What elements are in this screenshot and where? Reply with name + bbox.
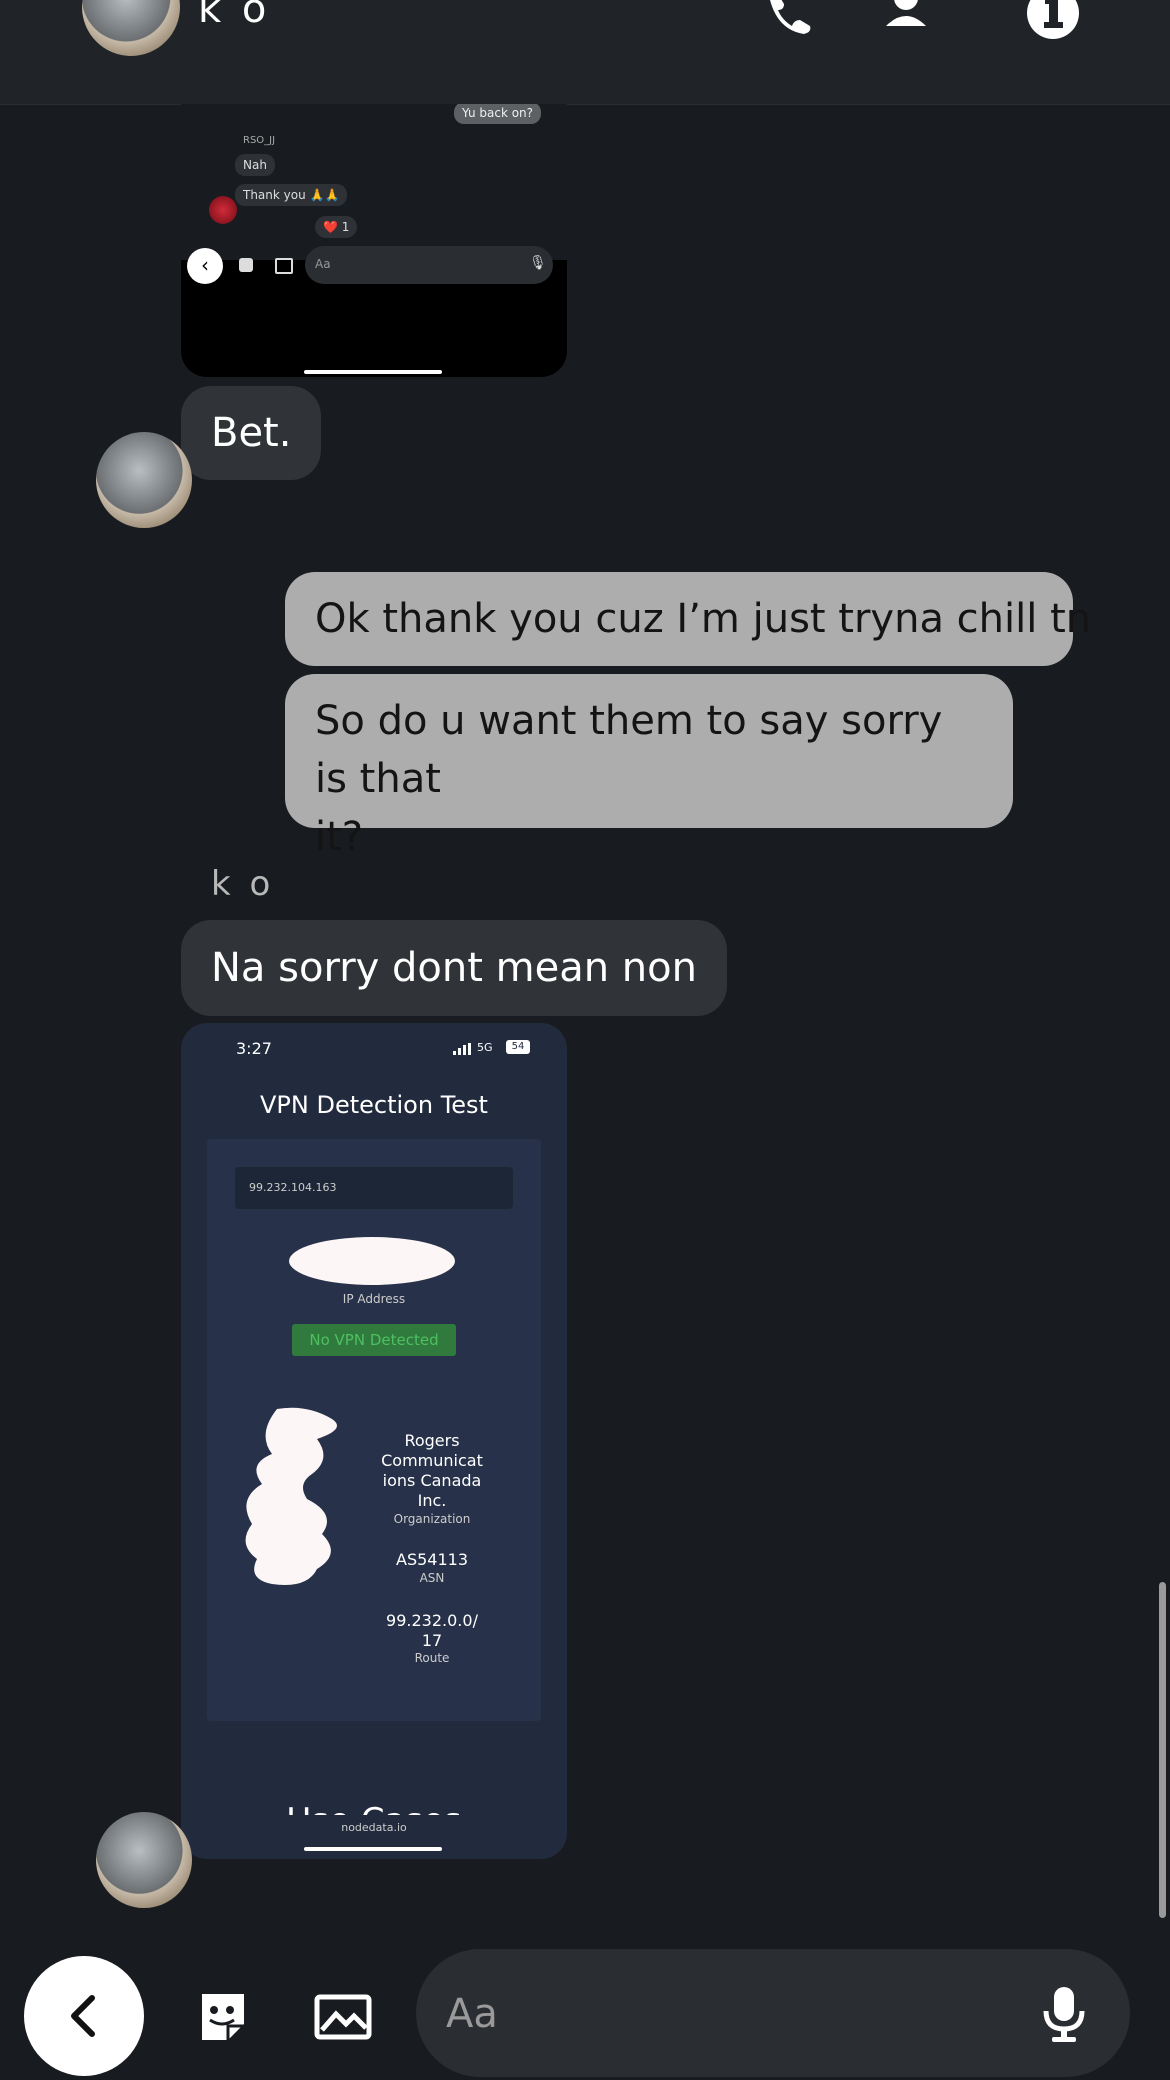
message-line: So do u want them to say sorry is that bbox=[315, 698, 943, 802]
mini-composer-area: ‹ Aa 🎙 bbox=[181, 246, 567, 377]
phone-call-icon[interactable] bbox=[762, 0, 816, 40]
asn-value: AS54113 bbox=[396, 1550, 468, 1569]
mini-message: Nah bbox=[235, 154, 275, 176]
message-line: it? bbox=[315, 814, 364, 860]
chat-header: k o bbox=[0, 0, 1170, 105]
ip-address-label: IP Address bbox=[342, 1292, 406, 1306]
sender-avatar[interactable] bbox=[96, 1812, 192, 1908]
shared-screenshot-2[interactable]: 3:27 5G 54 VPN Detection Test 99.232.104… bbox=[181, 1023, 567, 1859]
mini-network-label: 5G bbox=[477, 1041, 493, 1054]
sender-name-label: k o bbox=[211, 864, 275, 904]
redaction-scribble-map bbox=[245, 1407, 337, 1585]
message-outgoing[interactable]: Ok thank you cuz I’m just tryna chill tn bbox=[285, 572, 1091, 666]
mini-sender-name: RSO_JJ bbox=[243, 135, 276, 146]
footer-heading-partial: Use Cases bbox=[181, 1801, 567, 1815]
site-domain-label: nodedata.io bbox=[341, 1821, 407, 1834]
vpn-status-badge: No VPN Detected bbox=[292, 1324, 456, 1356]
message-outgoing[interactable]: So do u want them to say sorry is that i… bbox=[285, 674, 1013, 860]
info-icon[interactable] bbox=[1026, 0, 1080, 40]
vpn-page-title: VPN Detection Test bbox=[260, 1091, 488, 1119]
mini-status-time: 3:27 bbox=[236, 1039, 272, 1058]
route-value: 99.232.0.0/ 17 bbox=[386, 1611, 478, 1650]
asn-label: ASN bbox=[419, 1571, 445, 1585]
mini-back-icon: ‹ bbox=[187, 248, 223, 284]
mini-home-indicator bbox=[304, 1847, 442, 1851]
chat-title[interactable]: k o bbox=[198, 0, 270, 32]
mini-message: Thank you 🙏🙏 bbox=[235, 184, 348, 206]
mini-mic-icon: 🎙 bbox=[529, 255, 547, 271]
mini-sent-message: Yu back on? bbox=[454, 104, 542, 124]
mini-gallery-icon bbox=[275, 258, 293, 274]
sender-avatar[interactable] bbox=[96, 432, 192, 528]
mini-home-indicator bbox=[304, 370, 442, 374]
composer-input[interactable]: Aa bbox=[446, 1991, 498, 2037]
contact-avatar[interactable] bbox=[82, 0, 180, 56]
mini-composer-input: Aa 🎙 bbox=[305, 246, 553, 284]
scrollbar-thumb[interactable] bbox=[1159, 1582, 1166, 1918]
message-incoming[interactable]: Bet. bbox=[181, 386, 322, 480]
mini-battery-icon: 54 bbox=[506, 1040, 530, 1054]
shared-screenshot-1[interactable]: Yu back on? RSO_JJ Nah Thank you 🙏🙏 ❤️ 1… bbox=[181, 104, 567, 377]
mini-signal-icon bbox=[453, 1043, 471, 1055]
microphone-icon[interactable] bbox=[1042, 1985, 1086, 2043]
message-composer[interactable]: Aa bbox=[416, 1949, 1130, 2077]
sticker-icon[interactable] bbox=[196, 1990, 250, 2044]
chevron-left-icon bbox=[71, 1995, 95, 2037]
mini-sticker-icon bbox=[239, 258, 253, 272]
redaction-scribble bbox=[289, 1237, 455, 1285]
gallery-icon[interactable] bbox=[314, 1992, 372, 2042]
organization-value: Rogers Communicat ions Canada Inc. bbox=[381, 1431, 483, 1510]
route-label: Route bbox=[414, 1651, 450, 1665]
video-call-icon[interactable] bbox=[884, 0, 938, 40]
message-incoming[interactable]: Na sorry dont mean non bbox=[181, 920, 727, 1016]
mini-avatar bbox=[209, 196, 237, 224]
mini-reaction: ❤️ 1 bbox=[315, 216, 358, 238]
ip-input-field: 99.232.104.163 bbox=[235, 1167, 513, 1209]
organization-label: Organization bbox=[393, 1512, 471, 1526]
back-button[interactable] bbox=[24, 1956, 144, 2076]
vpn-result-card: 99.232.104.163 IP Address No VPN Detecte… bbox=[207, 1139, 541, 1721]
